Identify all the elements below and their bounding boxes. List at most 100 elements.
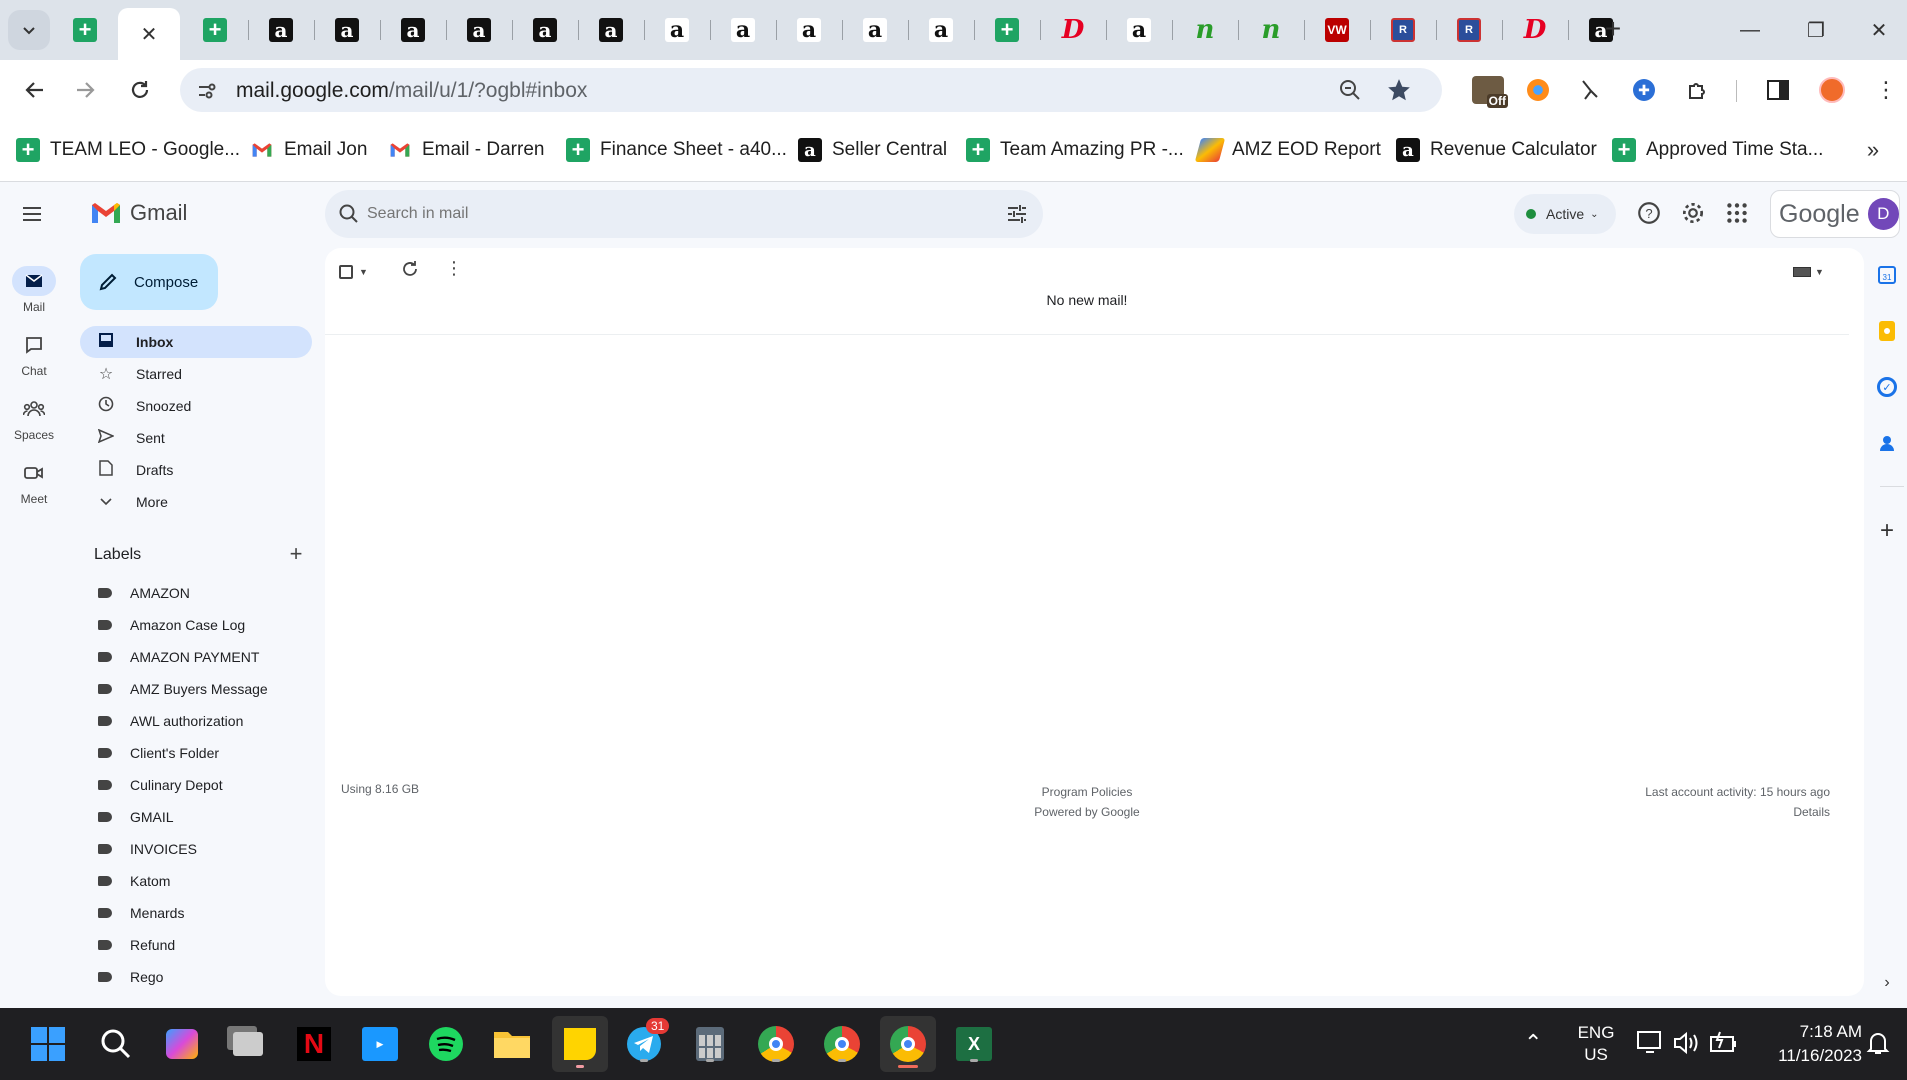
forward-button[interactable] (66, 70, 106, 110)
side-panel-icon[interactable] (1762, 74, 1794, 106)
search-input[interactable] (367, 200, 967, 228)
start-button[interactable] (26, 1022, 70, 1066)
reload-button[interactable] (120, 70, 160, 110)
new-tab-button[interactable]: + (1592, 8, 1634, 50)
taskbar-copilot[interactable] (160, 1022, 204, 1066)
bookmark-item[interactable]: + TEAM LEO - Google... (16, 134, 240, 166)
tab[interactable]: a (580, 12, 642, 48)
search-icon[interactable] (337, 202, 361, 226)
nav-drafts[interactable]: Drafts (80, 454, 312, 486)
tab[interactable]: + (54, 12, 116, 48)
account-switcher[interactable]: Google D (1770, 190, 1900, 238)
minimize-button[interactable]: — (1720, 10, 1780, 50)
label-item[interactable]: Culinary Depot (80, 770, 223, 800)
calendar-icon[interactable]: 31 (1872, 260, 1902, 290)
extension-off-icon[interactable]: Off (1470, 74, 1508, 108)
tab-active[interactable]: ✕ (118, 8, 180, 60)
tab[interactable]: a (712, 12, 774, 48)
more-bookmarks-chevron-icon[interactable]: » (1858, 134, 1888, 166)
rail-chat[interactable]: Chat (0, 330, 68, 378)
refresh-icon[interactable] (401, 260, 425, 284)
tab-search-button[interactable] (8, 10, 50, 50)
tab[interactable]: n (1240, 12, 1302, 48)
compose-button[interactable]: Compose (80, 254, 218, 310)
label-item[interactable]: Refund (80, 930, 175, 960)
taskbar-spotify[interactable] (424, 1022, 468, 1066)
extension-blue-icon[interactable]: ✚ (1628, 74, 1660, 106)
taskbar-chrome-2[interactable] (820, 1022, 864, 1066)
tab[interactable]: n (1174, 12, 1236, 48)
label-item[interactable]: Menards (80, 898, 184, 928)
tab[interactable]: a (910, 12, 972, 48)
tab[interactable]: R (1372, 12, 1434, 48)
tab[interactable]: a (514, 12, 576, 48)
extension-cursor-icon[interactable] (1574, 74, 1606, 106)
taskbar-netflix[interactable]: N (292, 1022, 336, 1066)
tab[interactable]: + (976, 12, 1038, 48)
bookmark-item[interactable]: a Revenue Calculator (1396, 134, 1597, 166)
back-button[interactable] (14, 70, 54, 110)
keep-icon[interactable] (1872, 316, 1902, 346)
label-item[interactable]: GMAIL (80, 802, 174, 832)
nav-sent[interactable]: Sent (80, 422, 312, 454)
main-menu-icon[interactable] (20, 202, 48, 230)
battery-icon[interactable] (1708, 1030, 1740, 1058)
restore-button[interactable]: ❐ (1786, 10, 1846, 50)
get-addons-plus-icon[interactable]: + (1872, 516, 1902, 546)
label-item[interactable]: AMAZON (80, 578, 190, 608)
tab[interactable]: D (1042, 12, 1104, 48)
label-item[interactable]: AWL authorization (80, 706, 243, 736)
taskbar-file-explorer[interactable] (490, 1022, 534, 1066)
status-dropdown[interactable]: Active ⌄ (1514, 194, 1616, 234)
taskbar-chrome-3[interactable] (880, 1016, 936, 1072)
bookmark-item[interactable]: + Finance Sheet - a40... (566, 134, 787, 166)
tab[interactable]: a (250, 12, 312, 48)
rail-mail[interactable]: Mail (0, 266, 68, 314)
profile-avatar[interactable] (1816, 74, 1848, 106)
hide-side-panel-chevron-icon[interactable]: › (1872, 968, 1902, 998)
taskbar-telegram[interactable]: 31 (622, 1018, 670, 1066)
taskbar-search[interactable] (94, 1022, 138, 1066)
label-item[interactable]: Client's Folder (80, 738, 219, 768)
taskbar-prime-video[interactable]: ▶ (358, 1022, 402, 1066)
window-close-button[interactable]: ✕ (1852, 10, 1906, 50)
nav-inbox[interactable]: Inbox (80, 326, 312, 358)
bookmark-item[interactable]: Email Jon (250, 134, 367, 166)
nav-starred[interactable]: ☆ Starred (80, 358, 312, 390)
search-options-icon[interactable] (1005, 202, 1029, 226)
tab[interactable]: a (448, 12, 510, 48)
label-item[interactable]: AMZ Buyers Message (80, 674, 268, 704)
language-indicator[interactable]: ENG US (1576, 1022, 1616, 1066)
tab[interactable]: + (184, 12, 246, 48)
label-item[interactable]: Rego (80, 962, 163, 992)
taskbar-excel[interactable]: X (952, 1022, 996, 1066)
volume-icon[interactable] (1672, 1030, 1702, 1058)
network-icon[interactable] (1636, 1030, 1666, 1058)
tab[interactable]: a (778, 12, 840, 48)
tab[interactable]: a (316, 12, 378, 48)
system-tray-chevron-icon[interactable]: ⌃ (1524, 1030, 1542, 1056)
nav-more[interactable]: More (80, 486, 312, 518)
notification-bell-icon[interactable] (1866, 1030, 1894, 1058)
help-icon[interactable]: ? (1636, 200, 1664, 228)
close-tab-icon[interactable]: ✕ (137, 22, 161, 46)
bookmark-item[interactable]: a Seller Central (798, 134, 947, 166)
split-view-toggle[interactable]: ▼ (1793, 260, 1833, 284)
apps-grid-icon[interactable] (1724, 200, 1752, 228)
chrome-menu-icon[interactable]: ⋮ (1870, 74, 1902, 106)
select-all-checkbox[interactable]: ▼ (339, 260, 375, 284)
add-label-plus-icon[interactable]: + (284, 541, 308, 566)
tab[interactable]: a (646, 12, 708, 48)
settings-gear-icon[interactable] (1680, 200, 1708, 228)
search-bar[interactable] (325, 190, 1043, 238)
tab[interactable]: a (844, 12, 906, 48)
zoom-icon[interactable] (1338, 78, 1364, 104)
bookmark-star-icon[interactable] (1386, 77, 1414, 105)
taskbar-calculator[interactable] (688, 1022, 732, 1066)
extension-orange-icon[interactable] (1522, 74, 1554, 106)
tab[interactable]: R (1438, 12, 1500, 48)
bookmark-item[interactable]: AMZ EOD Report (1194, 134, 1381, 166)
details-link[interactable]: Details (1645, 802, 1830, 822)
tab[interactable]: D (1504, 12, 1566, 48)
rail-meet[interactable]: Meet (0, 458, 68, 506)
